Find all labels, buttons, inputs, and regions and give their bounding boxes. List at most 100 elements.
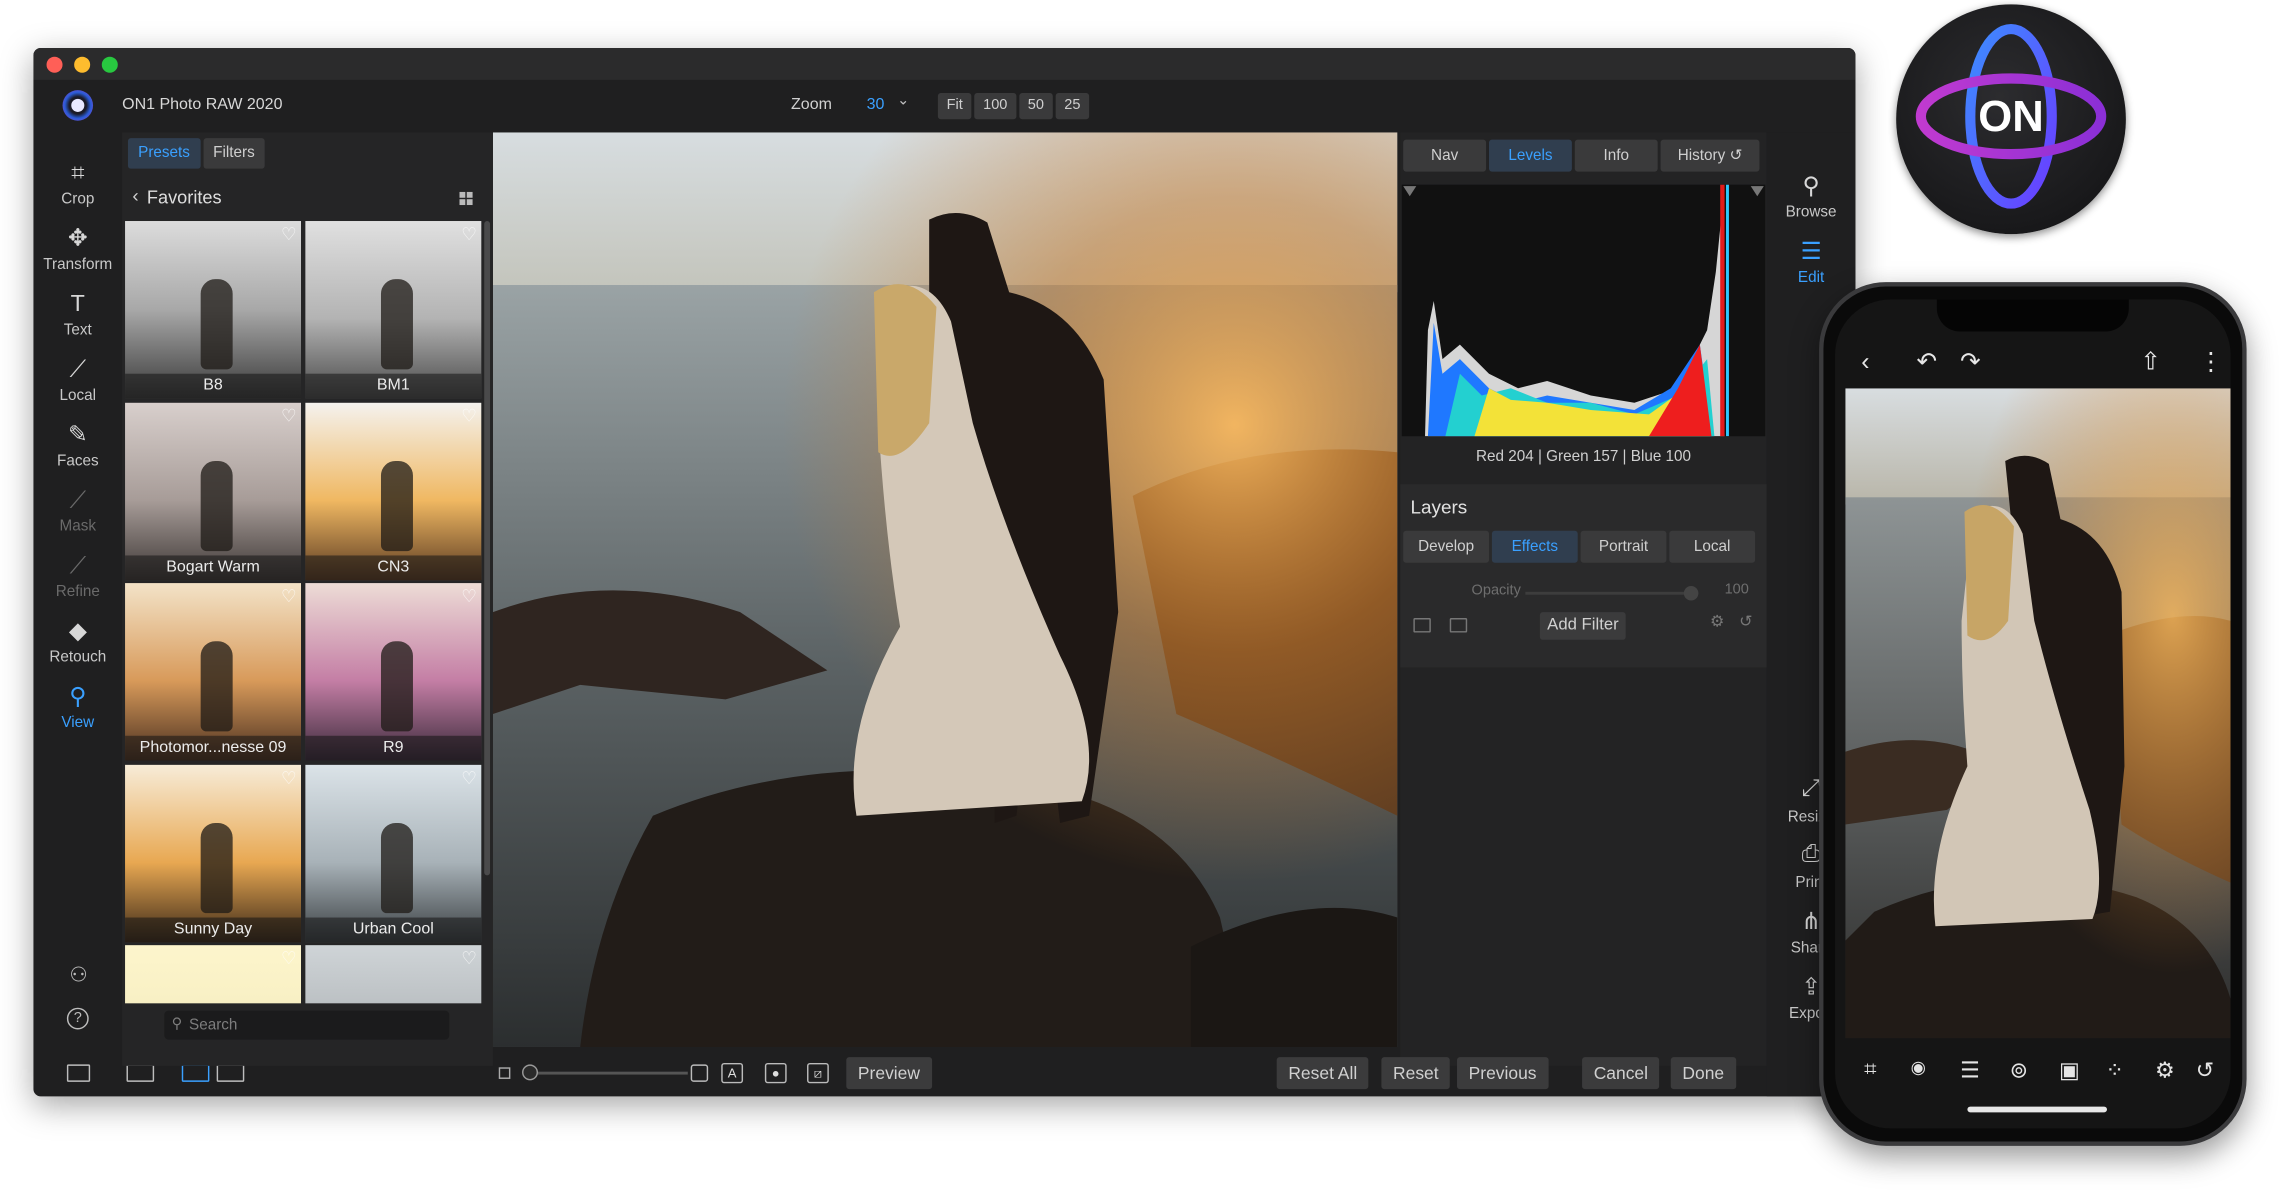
chevron-down-icon[interactable]: ⌄	[897, 93, 909, 109]
tool-text[interactable]: T Text	[33, 289, 122, 354]
camera-icon[interactable]	[1449, 617, 1468, 633]
zoom-25-button[interactable]: 25	[1055, 93, 1090, 120]
preview-size-slider[interactable]	[527, 1071, 688, 1075]
photo-canvas[interactable]	[492, 132, 1398, 1047]
tab-effects[interactable]: Effects	[1491, 530, 1578, 563]
help-icon[interactable]: ?	[66, 1007, 89, 1030]
reset-all-button[interactable]: Reset All	[1276, 1057, 1369, 1090]
preset-thumbnail[interactable]: ♡ R9	[305, 583, 482, 761]
module-edit[interactable]: ☰ Edit	[1767, 237, 1856, 287]
presets-scrollbar[interactable]	[484, 221, 491, 876]
display-icon[interactable]	[126, 1064, 155, 1082]
preset-search-input[interactable]: ⚲ Search	[164, 1010, 450, 1040]
opacity-slider[interactable]	[1525, 591, 1695, 595]
tool-local[interactable]: ⟋ Local	[33, 355, 122, 420]
square-view-icon[interactable]	[690, 1064, 709, 1082]
zoom-fit-button[interactable]: Fit	[937, 93, 972, 120]
preset-name: Urban Cool	[305, 916, 482, 942]
tab-local[interactable]: Local	[1669, 530, 1756, 563]
tab-nav[interactable]: Nav	[1403, 139, 1487, 172]
favorite-heart-icon[interactable]: ♡	[281, 224, 297, 244]
settings-gear-icon[interactable]: ⚙	[2155, 1057, 2175, 1084]
tab-portrait[interactable]: Portrait	[1580, 530, 1667, 563]
auto-camera-icon[interactable]: ◉	[1911, 1057, 1926, 1077]
zoom-value-dropdown[interactable]: 30	[867, 96, 885, 113]
preview-size-slider-handle[interactable]	[522, 1064, 539, 1081]
add-filter-button[interactable]: Add Filter	[1539, 612, 1627, 640]
tool-retouch[interactable]: ◆ Retouch	[33, 617, 122, 682]
tab-filters[interactable]: Filters	[203, 138, 265, 169]
back-icon[interactable]: ‹	[1861, 348, 1869, 377]
couple-silhouette	[380, 460, 413, 551]
tool-mask[interactable]: ⟋ Mask	[33, 486, 122, 551]
panel-toggle-icon[interactable]	[66, 1064, 91, 1082]
maximize-window-button[interactable]	[101, 56, 118, 73]
tab-presets[interactable]: Presets	[127, 138, 201, 169]
tool-view[interactable]: ⚲ View	[33, 682, 122, 747]
filters-icon[interactable]: ⊚	[2010, 1057, 2028, 1084]
reset-icon[interactable]: ↺	[2196, 1057, 2214, 1084]
favorite-heart-icon[interactable]: ♡	[461, 405, 477, 425]
preview-button[interactable]: Preview	[846, 1057, 932, 1090]
preset-thumbnail[interactable]: ♡ Sunny Day	[125, 764, 301, 942]
preset-thumbnail[interactable]: ♡ B8	[125, 221, 301, 399]
preset-thumbnail[interactable]: ♡ CN3	[305, 402, 482, 580]
preset-thumbnail[interactable]: ♡ BM1	[305, 221, 482, 399]
chevron-left-icon[interactable]: ‹	[132, 185, 138, 207]
tool-transform[interactable]: ✥ Transform	[33, 224, 122, 289]
minimize-window-button[interactable]	[74, 56, 91, 73]
mobile-photo[interactable]	[1845, 388, 2231, 1039]
preset-thumbnail[interactable]: ♡ Urban Cool	[305, 764, 482, 942]
done-button[interactable]: Done	[1670, 1057, 1736, 1090]
zoom-100-button[interactable]: 100	[974, 93, 1017, 120]
preset-name: Sunny Day	[125, 916, 301, 942]
favorite-heart-icon[interactable]: ♡	[461, 586, 477, 606]
adjust-sliders-icon[interactable]: ☰	[1960, 1057, 1980, 1084]
tool-refine[interactable]: ⟋ Refine	[33, 551, 122, 616]
enhance-icon[interactable]: ▣	[2059, 1057, 2080, 1084]
module-browse[interactable]: ⚲ Browse	[1767, 172, 1856, 221]
redo-icon[interactable]: ↷	[1960, 348, 1981, 377]
effects-dots-icon[interactable]: ⁘	[2106, 1057, 2124, 1084]
clipping-icon[interactable]: ⧄	[807, 1062, 829, 1084]
mask-overlay-icon[interactable]: ●	[764, 1062, 787, 1084]
preset-thumbnail[interactable]: ♡ Bogart Warm	[125, 402, 301, 580]
close-window-button[interactable]	[46, 56, 63, 73]
preset-thumbnail[interactable]: ♡	[305, 945, 482, 1004]
preset-thumbnail[interactable]: ♡ Photomor...nesse 09	[125, 583, 301, 761]
auto-icon[interactable]: A	[721, 1062, 744, 1084]
reset-button[interactable]: Reset	[1381, 1057, 1451, 1090]
user-icon[interactable]: ⚇	[67, 963, 90, 986]
tab-levels[interactable]: Levels	[1488, 139, 1572, 172]
more-icon[interactable]: ⋮	[2199, 348, 2224, 377]
tab-info[interactable]: Info	[1574, 139, 1658, 172]
favorite-heart-icon[interactable]: ♡	[281, 767, 297, 787]
favorite-heart-icon[interactable]: ♡	[461, 224, 477, 244]
crop-icon[interactable]: ⌗	[1864, 1057, 1876, 1082]
tab-develop[interactable]: Develop	[1403, 530, 1489, 563]
favorite-heart-icon[interactable]: ♡	[461, 767, 477, 787]
tab-history[interactable]: History ↺	[1660, 139, 1760, 172]
tool-label: Refine	[55, 583, 100, 601]
favorite-heart-icon[interactable]: ♡	[461, 948, 477, 968]
preset-thumbnail[interactable]: ♡	[125, 945, 301, 1004]
preset-category-title[interactable]: Favorites	[147, 188, 222, 208]
reset-icon[interactable]: ↺	[1739, 612, 1752, 631]
previous-button[interactable]: Previous	[1457, 1057, 1549, 1090]
tool-faces[interactable]: ✎ Faces	[33, 420, 122, 485]
favorite-heart-icon[interactable]: ♡	[281, 405, 297, 425]
undo-icon[interactable]: ↶	[1917, 348, 1938, 377]
single-view-icon[interactable]	[181, 1064, 210, 1082]
cancel-button[interactable]: Cancel	[1582, 1057, 1660, 1090]
favorite-heart-icon[interactable]: ♡	[281, 586, 297, 606]
zoom-50-button[interactable]: 50	[1019, 93, 1053, 120]
import-icon[interactable]	[1413, 617, 1431, 633]
tool-crop[interactable]: ⌗ Crop	[33, 158, 122, 223]
grid-view-icon[interactable]	[459, 191, 473, 206]
compare-view-icon[interactable]	[216, 1064, 245, 1082]
opacity-slider-handle[interactable]	[1683, 586, 1699, 601]
share-upload-icon[interactable]: ⇧	[2140, 348, 2161, 377]
zoom-presets: Fit 100 50 25	[937, 93, 1090, 120]
favorite-heart-icon[interactable]: ♡	[281, 948, 297, 968]
gear-icon[interactable]: ⚙	[1710, 612, 1724, 631]
